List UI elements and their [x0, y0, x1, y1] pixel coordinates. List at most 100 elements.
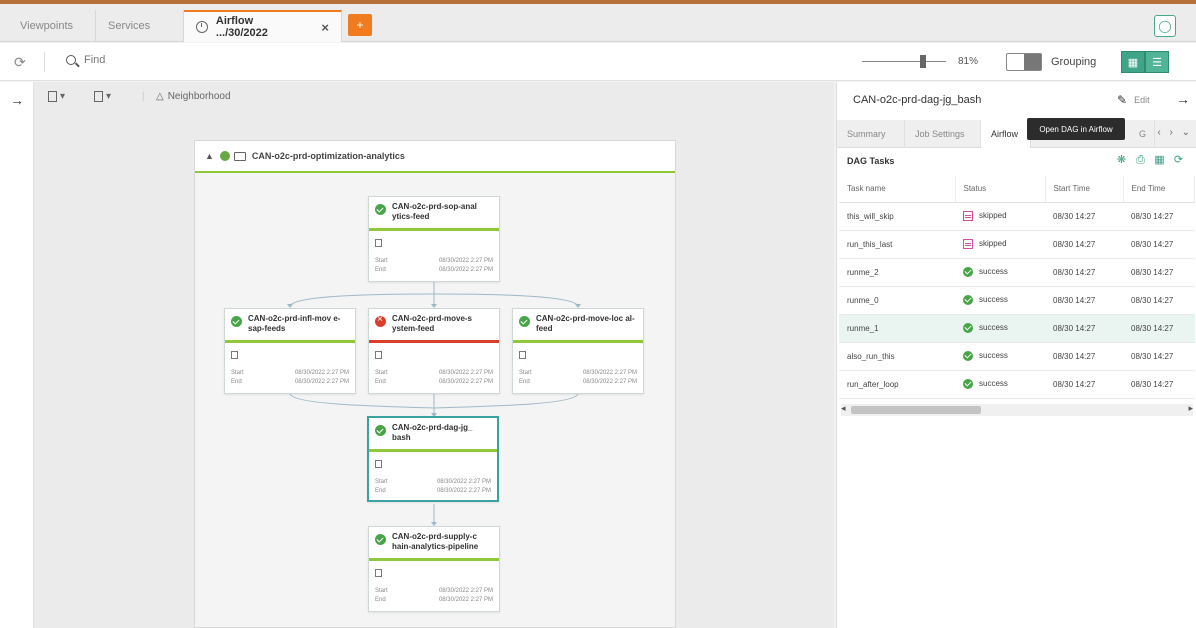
table-row[interactable]: this_will_skip skipped 08/30 14:27 08/30 14…: [839, 202, 1195, 231]
start-time: 08/30 14:27: [1053, 379, 1096, 389]
task-start-cell: 08/30 14:27: [1045, 202, 1123, 231]
job-node[interactable]: CAN-o2c-prd-move-s ystem-feed Start 08/30…: [368, 308, 500, 394]
find-input[interactable]: Find: [66, 54, 105, 66]
status-success-icon: [963, 379, 973, 389]
table-row[interactable]: runme_1 success 08/30 14:27 08/30 14:27: [839, 314, 1195, 343]
column-header[interactable]: Start Time: [1045, 176, 1124, 203]
refresh-icon[interactable]: ⟳: [1172, 154, 1185, 167]
table-row[interactable]: runme_0 success 08/30 14:27 08/30 14:27: [839, 286, 1195, 315]
tab-overflow[interactable]: G: [1133, 120, 1155, 148]
column-header[interactable]: End Time: [1123, 176, 1195, 203]
document-icon: [519, 351, 526, 359]
toggle-knob: [1024, 54, 1041, 70]
node-header: CAN-o2c-prd-infl-mov e-sap-feeds: [225, 309, 355, 343]
collapse-icon[interactable]: ▲: [205, 151, 214, 161]
table-row[interactable]: run_this_last skipped 08/30 14:27 08/30 14:…: [839, 230, 1195, 259]
tab-label: Viewpoints: [20, 20, 73, 32]
grouping-toggle[interactable]: [1006, 53, 1042, 71]
end-label: End: [375, 488, 386, 494]
new-doc-dropdown[interactable]: ▾: [48, 91, 65, 102]
task-name: also_run_this: [847, 351, 895, 361]
close-icon[interactable]: ×: [321, 20, 329, 35]
task-start-cell: 08/30 14:27: [1045, 230, 1123, 259]
job-node[interactable]: CAN-o2c-prd-infl-mov e-sap-feeds Start 08…: [224, 308, 356, 394]
group-title: CAN-o2c-prd-optimization-analytics: [251, 151, 405, 161]
node-title: CAN-o2c-prd-move-loc al-feed: [536, 314, 635, 333]
add-tab-button[interactable]: +: [348, 14, 372, 36]
end-label: End: [375, 597, 386, 603]
end-time: 08/30 14:27: [1131, 295, 1174, 305]
tab-scroll-arrows[interactable]: ‹ › ⌄: [1157, 127, 1193, 138]
open-doc-dropdown[interactable]: ▾: [94, 91, 111, 102]
end-time: 08/30/2022 2:27 PM: [438, 267, 493, 273]
divider: [44, 52, 45, 72]
table-icon[interactable]: ▦: [1153, 154, 1166, 167]
task-end-cell: 08/30 14:27: [1123, 342, 1195, 371]
document-icon: [375, 351, 382, 359]
export-icon[interactable]: ⎙: [1134, 154, 1147, 167]
task-name: run_after_loop: [847, 379, 899, 389]
panel-tabs: Summary Job Settings Airflow G ‹ › ⌄: [837, 120, 1196, 148]
status-success-icon: [519, 316, 530, 327]
tab-services[interactable]: Services: [96, 10, 184, 42]
group-header[interactable]: ▲ CAN-o2c-prd-optimization-analytics: [195, 141, 675, 173]
tab-summary[interactable]: Summary: [837, 120, 905, 148]
table-row[interactable]: runme_2 success 08/30 14:27 08/30 14:27: [839, 258, 1195, 287]
list-view-icon[interactable]: ☰: [1145, 51, 1169, 73]
scroll-right-icon[interactable]: ▸: [1188, 403, 1193, 414]
node-start-row: Start 08/30/2022 2:27 PM: [375, 588, 493, 594]
status-success-icon: [963, 351, 973, 361]
column-header[interactable]: Status: [955, 176, 1046, 203]
lightbulb-icon[interactable]: ◯: [1154, 15, 1176, 37]
arrow-right-icon[interactable]: →: [10, 92, 24, 108]
task-status-cell: success: [955, 370, 1045, 399]
zoom-slider[interactable]: [862, 55, 946, 68]
task-name-cell: run_after_loop: [839, 370, 955, 399]
airflow-icon[interactable]: ❋: [1115, 154, 1128, 167]
left-strip: →: [0, 82, 34, 628]
edit-button[interactable]: ✎ Edit: [1117, 93, 1150, 107]
zoom-slider-handle[interactable]: [920, 55, 926, 68]
tab-viewpoints[interactable]: Viewpoints: [8, 10, 96, 42]
tab-airflow[interactable]: Airflow .../30/2022 ×: [184, 10, 342, 42]
document-icon: [375, 460, 382, 468]
tab-label: Services: [108, 20, 151, 32]
column-header[interactable]: Task name: [839, 176, 956, 203]
job-node[interactable]: CAN-o2c-prd-sop-anal ytics-feed Start 08/…: [368, 196, 500, 282]
status-success-icon: [963, 323, 973, 333]
task-name: runme_2: [847, 267, 879, 277]
table-header-row: Task name Status Start Time End Time: [839, 176, 1195, 203]
document-icon: [375, 569, 382, 577]
table-row[interactable]: run_after_loop success 08/30 14:27 08/30 14…: [839, 370, 1195, 399]
tab-airflow[interactable]: Airflow: [981, 120, 1031, 148]
end-time: 08/30 14:27: [1131, 239, 1174, 249]
end-time: 08/30 14:27: [1131, 323, 1174, 333]
end-time: 08/30 14:27: [1131, 351, 1174, 361]
job-node-selected[interactable]: CAN-o2c-prd-dag-jg_ bash Start 08/30/2022…: [367, 416, 499, 502]
graph-canvas[interactable]: ▾ ▾ | △ Neighborhood ▲ CAN-o2c-prd-optimi…: [34, 82, 834, 628]
scroll-left-icon[interactable]: ◂: [841, 403, 846, 414]
task-status-cell: success: [955, 314, 1045, 343]
job-node[interactable]: CAN-o2c-prd-supply-c hain-analytics-pipe…: [368, 526, 500, 612]
horizontal-scrollbar[interactable]: ◂ ▸: [841, 403, 1193, 416]
document-icon: [375, 239, 382, 247]
start-label: Start: [375, 258, 388, 264]
task-name: runme_0: [847, 295, 879, 305]
tab-label: Airflow: [991, 129, 1019, 139]
task-status: success: [979, 351, 1008, 361]
tab-job-settings[interactable]: Job Settings: [905, 120, 981, 148]
dag-tasks-table: Task name Status Start Time End Time thi…: [839, 176, 1195, 399]
start-label: Start: [375, 370, 388, 376]
refresh-icon[interactable]: ⟳: [14, 54, 26, 71]
node-title: CAN-o2c-prd-supply-c hain-analytics-pipe…: [392, 532, 479, 551]
neighborhood-button[interactable]: △ Neighborhood: [156, 91, 231, 102]
job-node[interactable]: CAN-o2c-prd-move-loc al-feed Start 08/30/…: [512, 308, 644, 394]
task-name-cell: runme_1: [839, 314, 955, 343]
grid-view-icon[interactable]: ▦: [1121, 51, 1145, 73]
node-title: CAN-o2c-prd-sop-anal ytics-feed: [392, 202, 477, 221]
arrow-right-icon[interactable]: →: [1176, 91, 1190, 107]
table-row[interactable]: also_run_this success 08/30 14:27 08/30 14:…: [839, 342, 1195, 371]
end-time: 08/30/2022 2:27 PM: [438, 379, 493, 385]
task-status-cell: skipped: [955, 202, 1045, 231]
scrollbar-thumb[interactable]: [851, 406, 981, 414]
